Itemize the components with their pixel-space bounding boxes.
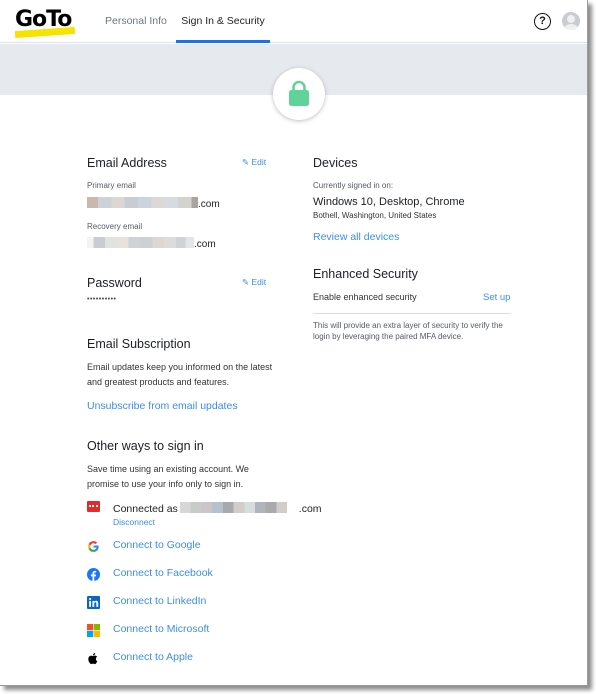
- microsoft-icon: [87, 624, 100, 637]
- connect-facebook-link[interactable]: Connect to Facebook: [113, 567, 213, 579]
- email-subscription-description: Email updates keep you informed on the l…: [87, 362, 273, 387]
- lock-icon: [289, 80, 309, 106]
- recovery-email-value: .com: [87, 237, 216, 250]
- connected-account-text: Connected as .com: [113, 502, 322, 515]
- connected-provider-icon: [87, 501, 100, 512]
- other-sign-in-heading: Other ways to sign in: [87, 439, 204, 453]
- enhanced-security-note: This will provide an extra layer of secu…: [313, 321, 503, 341]
- primary-email-value: .com: [87, 197, 220, 210]
- linkedin-icon: [87, 596, 100, 609]
- recovery-email-label: Recovery email: [87, 222, 143, 231]
- currently-signed-in-label: Currently signed in on:: [313, 181, 394, 190]
- connect-google-link[interactable]: Connect to Google: [113, 539, 201, 551]
- disconnect-link[interactable]: Disconnect: [113, 517, 155, 527]
- redacted-email: [87, 237, 194, 248]
- connect-microsoft-link[interactable]: Connect to Microsoft: [113, 623, 209, 635]
- security-badge: [273, 68, 325, 120]
- password-edit-label: Edit: [251, 277, 267, 287]
- primary-email-suffix: .com: [198, 199, 220, 210]
- email-address-heading: Email Address: [87, 156, 167, 170]
- current-device: Windows 10, Desktop, Chrome: [313, 196, 465, 208]
- email-edit-label: Edit: [251, 157, 267, 167]
- email-subscription-heading: Email Subscription: [87, 337, 191, 351]
- devices-heading: Devices: [313, 156, 358, 170]
- goto-logo[interactable]: GoTo: [14, 7, 76, 39]
- tab-personal-info[interactable]: Personal Info: [105, 0, 167, 43]
- connected-prefix: Connected as: [113, 503, 178, 515]
- tab-sign-in-security[interactable]: Sign In & Security: [176, 0, 270, 43]
- redacted-email: [179, 502, 299, 513]
- review-all-devices-link[interactable]: Review all devices: [313, 231, 399, 243]
- password-heading: Password: [87, 276, 142, 290]
- email-edit-link[interactable]: ✎ Edit: [242, 157, 266, 168]
- connected-suffix: .com: [298, 503, 322, 515]
- apple-icon: [88, 652, 98, 665]
- connect-apple-link[interactable]: Connect to Apple: [113, 651, 193, 663]
- avatar[interactable]: [562, 12, 580, 30]
- connect-linkedin-link[interactable]: Connect to LinkedIn: [113, 595, 206, 607]
- redacted-email: [87, 197, 198, 208]
- help-icon[interactable]: ?: [534, 13, 551, 30]
- password-masked-value: ••••••••••: [87, 296, 117, 303]
- pencil-icon: ✎: [242, 157, 250, 167]
- primary-email-label: Primary email: [87, 181, 136, 190]
- app-window: GoTo Personal Info Sign In & Security ? …: [0, 0, 588, 686]
- facebook-icon: [87, 568, 100, 581]
- pencil-icon: ✎: [242, 277, 250, 287]
- top-navigation-bar: GoTo Personal Info Sign In & Security ?: [0, 0, 587, 43]
- setup-enhanced-security-link[interactable]: Set up: [483, 292, 510, 303]
- current-device-location: Bothell, Washington, United States: [313, 211, 437, 220]
- unsubscribe-link[interactable]: Unsubscribe from email updates: [87, 400, 238, 412]
- enable-enhanced-security-label: Enable enhanced security: [313, 292, 417, 302]
- recovery-email-suffix: .com: [194, 239, 216, 250]
- divider: [313, 313, 511, 314]
- google-icon: [88, 541, 99, 552]
- enhanced-security-heading: Enhanced Security: [313, 267, 418, 281]
- logo-text: GoTo: [15, 7, 72, 32]
- password-edit-link[interactable]: ✎ Edit: [242, 277, 266, 288]
- other-sign-in-description: Save time using an existing account. We …: [87, 464, 249, 489]
